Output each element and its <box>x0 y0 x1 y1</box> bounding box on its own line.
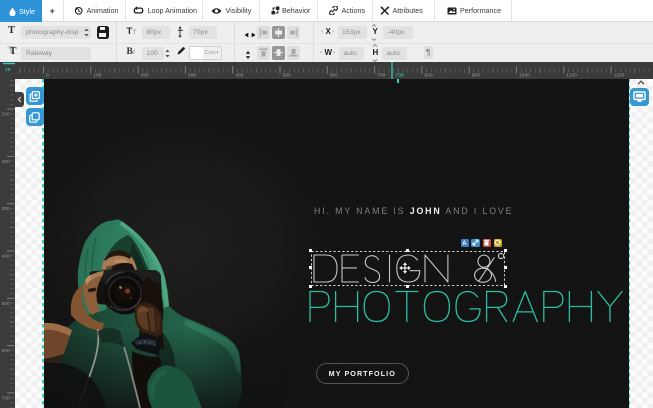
svg-text:28: 28 <box>5 67 11 73</box>
svg-text:1100: 1100 <box>566 73 577 79</box>
svg-text:100: 100 <box>2 112 10 118</box>
svg-text:400: 400 <box>235 73 243 79</box>
svg-text:600: 600 <box>2 348 10 354</box>
svg-text:1000: 1000 <box>519 73 530 79</box>
svg-text:1200: 1200 <box>614 73 625 79</box>
svg-text:100: 100 <box>93 73 101 79</box>
svg-text:400: 400 <box>2 254 10 260</box>
svg-text:900: 900 <box>472 73 480 79</box>
svg-text:500: 500 <box>283 73 291 79</box>
svg-text:700: 700 <box>2 395 10 401</box>
svg-text:800: 800 <box>424 73 432 79</box>
svg-text:300: 300 <box>188 73 196 79</box>
svg-text:200: 200 <box>141 73 149 79</box>
svg-text:0: 0 <box>46 73 49 79</box>
svg-text:700: 700 <box>377 73 385 79</box>
svg-text:A: A <box>462 241 467 246</box>
svg-text:600: 600 <box>330 73 338 79</box>
svg-text:300: 300 <box>2 206 10 212</box>
svg-text:500: 500 <box>2 301 10 307</box>
svg-text:200: 200 <box>2 159 10 165</box>
svg-text:738: 738 <box>396 73 404 79</box>
